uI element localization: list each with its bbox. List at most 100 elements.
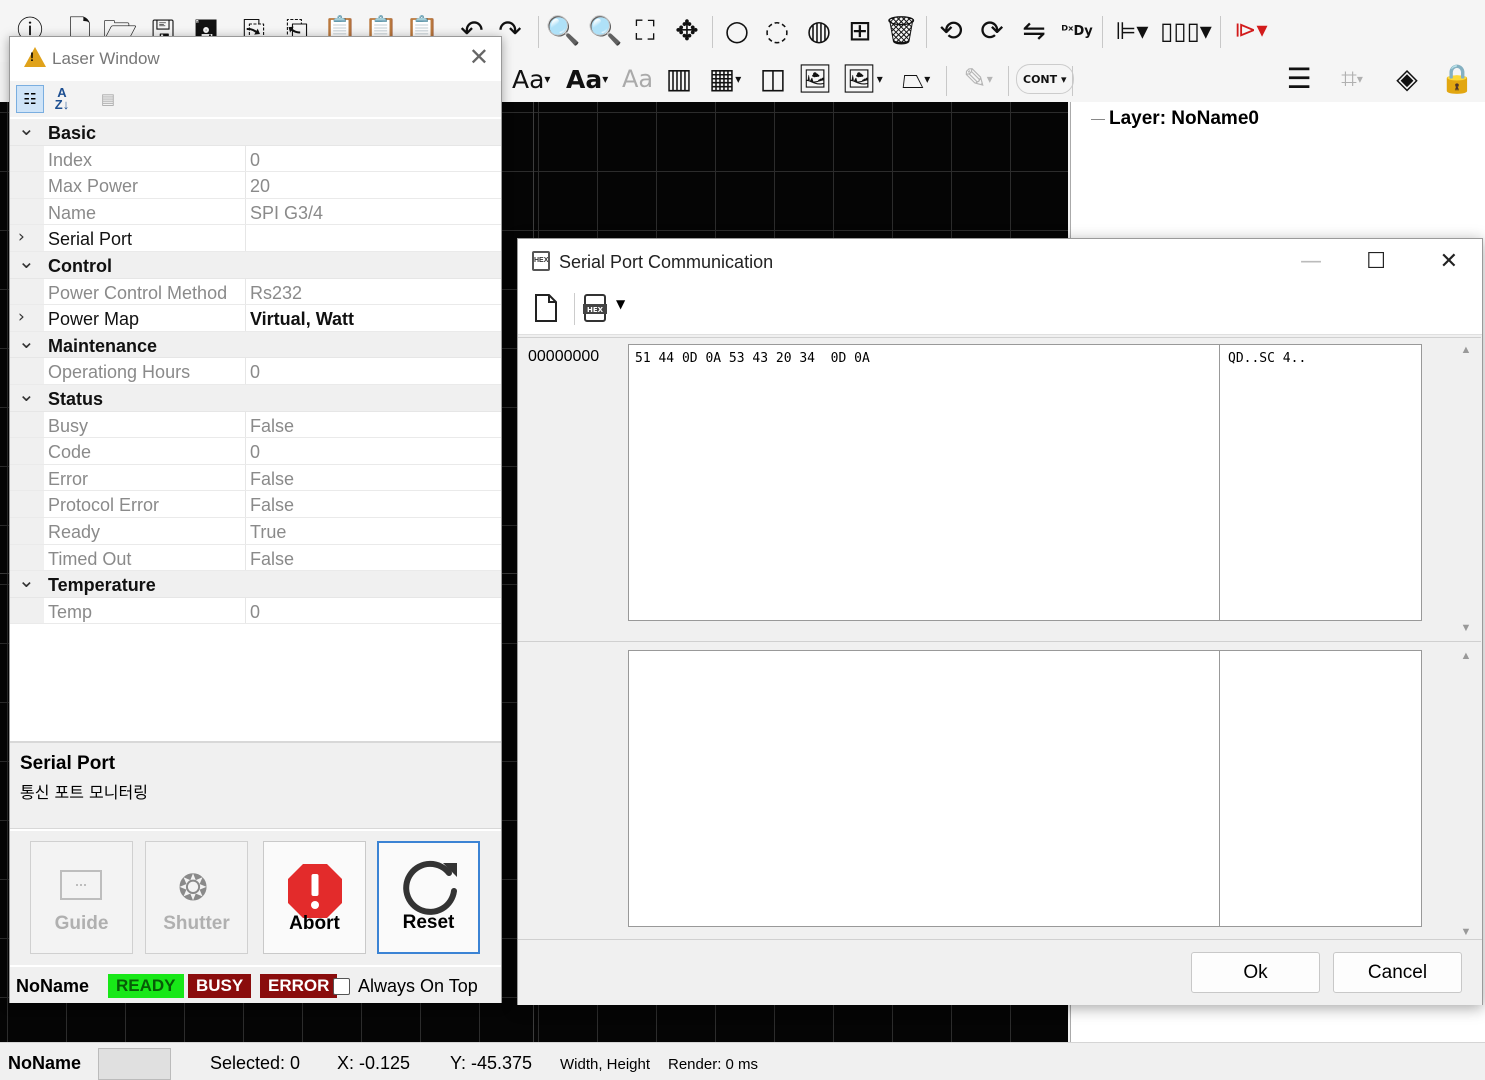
property-row[interactable]: Error False — [10, 464, 501, 492]
pen-icon[interactable]: ✎ ▾ — [956, 62, 1000, 96]
property-value[interactable]: False — [250, 469, 294, 490]
property-row[interactable]: Power Control Method Rs232 — [10, 278, 501, 306]
always-on-top-label[interactable]: Always On Top — [358, 976, 478, 997]
barcode-icon[interactable]: ▥ — [662, 62, 696, 96]
property-row[interactable]: Timed Out False — [10, 544, 501, 572]
property-value[interactable]: False — [250, 495, 294, 516]
property-value[interactable]: SPI G3/4 — [250, 203, 323, 224]
property-row[interactable]: Code 0 — [10, 438, 501, 465]
chevron-down-icon[interactable]: ⌄ — [18, 382, 35, 406]
property-row[interactable]: Temp 0 — [10, 597, 501, 625]
ok-button[interactable]: Ok — [1191, 952, 1320, 993]
layers-icon[interactable]: ◈ — [1390, 62, 1424, 96]
guide-button[interactable]: Guide — [30, 841, 133, 954]
rotate-cw-icon[interactable]: ⟳ — [975, 14, 1009, 48]
property-value[interactable]: False — [250, 549, 294, 570]
zoom-fit-icon[interactable]: ⛶ — [628, 14, 662, 48]
run-icon[interactable]: ⧐▾ — [1226, 14, 1276, 48]
scroll-down-icon[interactable]: ▼ — [1455, 622, 1477, 634]
property-pages-icon[interactable]: ▤ — [94, 85, 122, 113]
vertical-scrollbar[interactable]: ▲ ▼ — [1455, 650, 1477, 938]
hex-bytes-view[interactable]: 51 44 0D 0A 53 43 20 34 0D 0A — [628, 344, 1220, 621]
property-value[interactable]: 0 — [250, 602, 260, 623]
mirror-icon[interactable]: ⇋ — [1015, 14, 1053, 48]
minimize-icon[interactable]: — — [1300, 249, 1322, 274]
laser-window-titlebar[interactable]: ! Laser Window ✕ — [10, 37, 501, 81]
property-value[interactable]: Rs232 — [250, 283, 302, 304]
property-value[interactable]: Virtual, Watt — [250, 309, 354, 330]
dxdy-icon[interactable]: ᴰˣDy — [1058, 14, 1096, 48]
categorized-view-icon[interactable]: ☷ — [16, 85, 44, 113]
chevron-right-icon[interactable]: › — [18, 307, 25, 327]
distribute-icon[interactable]: ▯▯▯▾ — [1160, 14, 1212, 48]
eraser-icon[interactable]: ⏢ ▾ — [894, 62, 938, 96]
hex-bytes-view[interactable] — [628, 650, 1220, 927]
serial-dialog-titlebar[interactable]: HEX Serial Port Communication — ☐ ✕ — [518, 239, 1482, 285]
chevron-right-icon[interactable]: › — [18, 227, 25, 247]
vertical-scrollbar[interactable]: ▲ ▼ — [1455, 344, 1477, 634]
group-icon[interactable]: ⊞ — [843, 14, 877, 48]
property-value[interactable]: False — [250, 416, 294, 437]
scroll-up-icon[interactable]: ▲ — [1455, 650, 1477, 662]
cancel-button[interactable]: Cancel — [1333, 952, 1462, 993]
property-value[interactable]: 0 — [250, 362, 260, 383]
zoom-out-icon[interactable]: 🔍 — [546, 14, 581, 48]
align-left-icon[interactable]: ⊫▾ — [1110, 14, 1154, 48]
property-row[interactable]: › Serial Port — [10, 225, 501, 252]
property-value[interactable]: 0 — [250, 150, 260, 171]
close-icon[interactable]: ✕ — [469, 43, 489, 71]
alphabetical-sort-icon[interactable]: A Z↓ — [48, 85, 76, 113]
property-row[interactable]: Max Power 20 — [10, 172, 501, 199]
layer-tree-item[interactable]: Layer: NoName0 — [1109, 108, 1259, 130]
image-edit-icon[interactable]: 🖼 ▾ — [840, 62, 884, 96]
lock-icon[interactable]: 🔒 — [1440, 62, 1475, 96]
delete-icon[interactable]: 🗑 — [883, 14, 919, 48]
property-row[interactable]: Name SPI G3/4 — [10, 198, 501, 226]
circle-icon[interactable]: ○ — [720, 14, 754, 48]
property-row[interactable]: Busy False — [10, 411, 501, 439]
shutter-button[interactable]: ❂ Shutter — [145, 841, 248, 954]
ascii-view[interactable]: QD..SC 4.. — [1219, 344, 1422, 621]
arc-icon[interactable]: ◌ — [760, 14, 794, 48]
property-row[interactable]: › Power Map Virtual, Watt — [10, 305, 501, 332]
rectangle-shape-icon[interactable]: ◫ — [756, 62, 790, 96]
property-value[interactable]: True — [250, 522, 286, 543]
reset-button[interactable]: Reset — [377, 841, 480, 954]
scroll-up-icon[interactable]: ▲ — [1455, 344, 1477, 356]
property-category[interactable]: ⌄ Temperature — [10, 568, 501, 598]
property-row[interactable]: Ready True — [10, 518, 501, 545]
always-on-top-checkbox[interactable] — [333, 978, 350, 995]
property-row[interactable]: Protocol Error False — [10, 491, 501, 518]
chevron-down-icon[interactable]: ⌄ — [18, 116, 35, 140]
transform-icon[interactable]: ⌗ ▾ — [1330, 62, 1374, 96]
cont-dropdown[interactable]: CONT ▾ — [1016, 64, 1074, 94]
list-icon[interactable]: ☰ — [1282, 62, 1316, 96]
ascii-view[interactable] — [1219, 650, 1422, 927]
property-value[interactable]: 20 — [250, 176, 270, 197]
font-regular-button[interactable]: Aa ▾ — [512, 62, 550, 96]
zoom-in-icon[interactable]: 🔍 — [588, 14, 623, 48]
rotate-ccw-icon[interactable]: ⟲ — [934, 14, 968, 48]
new-document-icon[interactable] — [534, 293, 558, 323]
close-icon[interactable]: ✕ — [1440, 249, 1458, 274]
image-icon[interactable]: 🖼 — [797, 62, 833, 96]
chevron-down-icon[interactable]: ▼ — [616, 297, 625, 311]
font-light-button[interactable]: Aa — [622, 62, 653, 96]
property-value[interactable]: 0 — [250, 442, 260, 463]
hex-view-icon[interactable]: HEX — [582, 293, 608, 323]
chevron-down-icon[interactable]: ⌄ — [18, 568, 35, 592]
maximize-icon[interactable]: ☐ — [1366, 249, 1386, 274]
qrcode-icon[interactable]: ▦ ▾ — [704, 62, 746, 96]
property-category[interactable]: ⌄ Control — [10, 249, 501, 279]
hatch-icon[interactable]: ◍ — [802, 14, 836, 48]
chevron-down-icon[interactable]: ⌄ — [18, 329, 35, 353]
abort-button[interactable]: Abort — [263, 841, 366, 954]
property-category[interactable]: ⌄ Maintenance — [10, 329, 501, 359]
font-bold-button[interactable]: Aa ▾ — [566, 62, 608, 96]
pan-icon[interactable]: ✥ — [670, 14, 704, 48]
scroll-down-icon[interactable]: ▼ — [1455, 926, 1477, 938]
property-category[interactable]: ⌄ Status — [10, 382, 501, 412]
property-row[interactable]: Operationg Hours 0 — [10, 358, 501, 385]
property-category[interactable]: ⌄ Basic — [10, 116, 501, 146]
chevron-down-icon[interactable]: ⌄ — [18, 249, 35, 273]
